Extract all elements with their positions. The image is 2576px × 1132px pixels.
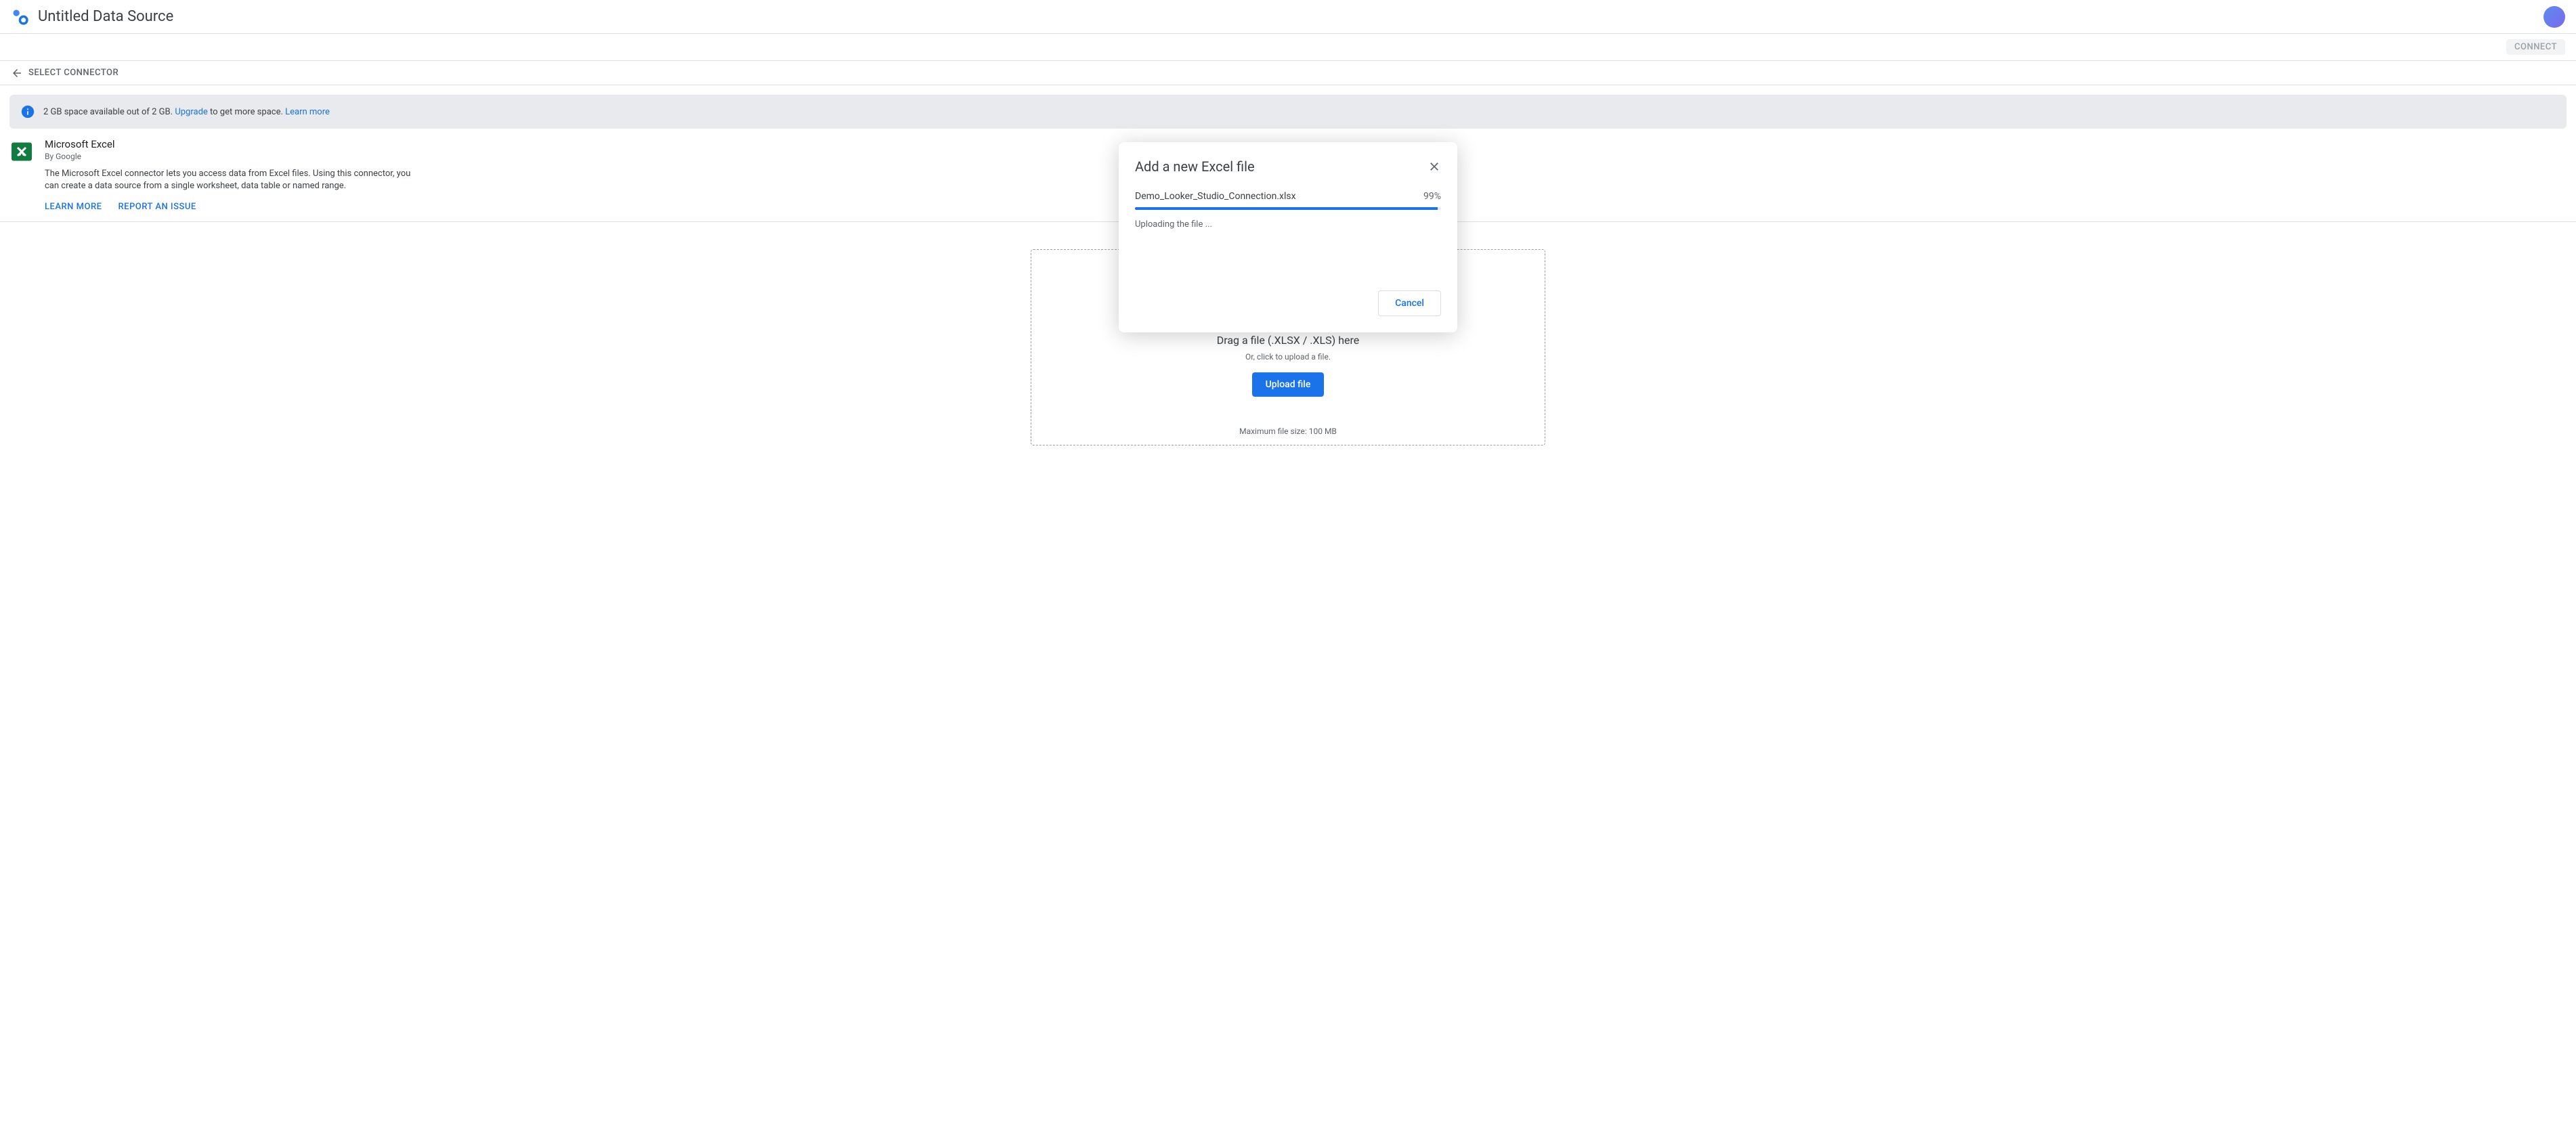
modal-title: Add a new Excel file [1135, 158, 1255, 175]
upload-modal: Add a new Excel file Demo_Looker_Studio_… [1119, 142, 1457, 332]
cancel-button[interactable]: Cancel [1378, 290, 1441, 316]
close-icon[interactable] [1427, 160, 1441, 173]
progress-fill [1135, 207, 1438, 210]
modal-header: Add a new Excel file [1135, 158, 1441, 175]
file-row: Demo_Looker_Studio_Connection.xlsx 99% [1135, 191, 1441, 202]
progress-bar [1135, 207, 1441, 210]
uploading-filename: Demo_Looker_Studio_Connection.xlsx [1135, 191, 1296, 202]
modal-footer: Cancel [1135, 290, 1441, 316]
upload-percent: 99% [1423, 191, 1441, 202]
modal-overlay: Add a new Excel file Demo_Looker_Studio_… [0, 0, 2576, 1132]
upload-status: Uploading the file ... [1135, 219, 1441, 230]
